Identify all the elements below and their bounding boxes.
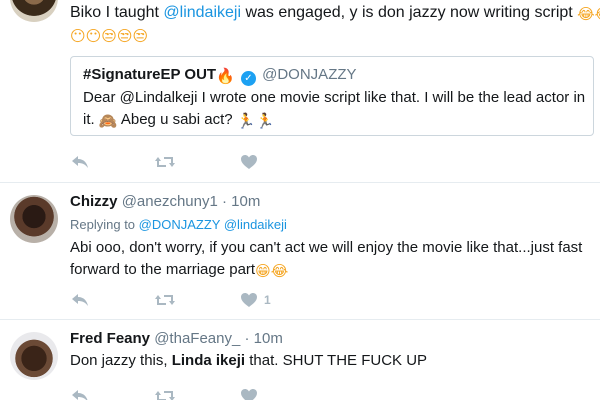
like-button[interactable] [240,152,258,172]
like-count: 1 [264,293,271,307]
quoted-tweet-header: #SignatureEP OUT🔥 ✓ @DONJAZZY [83,65,581,86]
tweet-header: Fred Feany @thaFeany_ · 10m [70,329,283,349]
tweet-text-part: Biko I taught [70,4,164,21]
replying-to: Replying to @DONJAZZY @lindaikeji [70,216,287,234]
fire-emoji: 🔥 [216,67,235,85]
emoji: 🏃🏃 [236,112,275,130]
reply-icon [72,294,88,306]
quoted-author-handle: @DONJAZZY [262,66,357,83]
replying-prefix: Replying to [70,217,139,232]
quoted-tweet-text: it. 🙈 Abeg u sabi act? 🏃🏃 [83,110,581,130]
reply-button[interactable] [70,386,90,400]
timestamp[interactable]: · 10m [245,330,283,347]
retweet-button[interactable] [154,152,176,172]
reply-icon [72,390,88,400]
emoji: 😁😂 [255,262,289,280]
heart-icon [241,155,257,169]
tweet-text: Biko I taught @lindaikeji was engaged, y… [70,2,600,24]
mention-link[interactable]: @DONJAZZY [139,217,221,232]
quoted-author-name: #SignatureEP OUT [83,66,217,83]
emoji: 😂😂 [577,5,600,23]
tweet-text: forward to the marriage part😁😂 [70,259,288,281]
reply-icon [72,156,88,168]
tweet-text: Abi ooo, don't worry, if you can't act w… [70,237,582,259]
quoted-text-line: Dear @Lindalkeji I wrote one movie scrip… [83,89,586,106]
timestamp[interactable]: · 10m [222,193,260,210]
like-button[interactable]: 1 [240,290,271,310]
retweet-icon [155,295,175,305]
tweet[interactable]: Biko I taught @lindaikeji was engaged, y… [0,0,600,183]
tweet-text-part: Don jazzy this, [70,352,172,369]
emoji: 🙈 [98,112,118,130]
tweet-text-part: was engaged, y is don jazzy now writing … [241,4,578,21]
retweet-icon [155,157,175,167]
tweet-header: Chizzy @anezchuny1 · 10m [70,192,260,212]
mention-link[interactable]: @lindaikeji [163,4,241,21]
heart-icon [241,389,257,400]
tweet-emoji-line: 😶😶😒😒😒 [70,24,590,46]
quoted-tweet[interactable]: #SignatureEP OUT🔥 ✓ @DONJAZZY Dear @Lind… [70,56,594,136]
tweet-text-line: Abi ooo, don't worry, if you can't act w… [70,239,583,256]
author-handle[interactable]: @anezchuny1 [122,193,218,210]
author-handle[interactable]: @thaFeany_ [154,330,240,347]
avatar[interactable] [10,0,58,22]
quoted-tweet-text: Dear @Lindalkeji I wrote one movie scrip… [83,88,585,108]
quoted-text-part: it. [83,111,99,128]
like-button[interactable] [240,386,258,400]
reply-button[interactable] [70,290,90,310]
verified-badge-icon: ✓ [240,71,256,86]
tweet[interactable]: Chizzy @anezchuny1 · 10m Replying to @DO… [0,183,600,320]
author-name[interactable]: Fred Feany [70,330,150,347]
author-name[interactable]: Chizzy [70,193,118,210]
quoted-text-part: Abeg u sabi act? [117,111,237,128]
tweet-text: Don jazzy this, Linda ikeji that. SHUT T… [70,350,427,372]
emoji: 😶😶😒😒😒 [70,27,149,45]
retweet-button[interactable] [154,290,176,310]
avatar[interactable] [10,332,58,380]
avatar[interactable] [10,195,58,243]
mention-link[interactable]: @lindaikeji [224,217,287,232]
retweet-button[interactable] [154,386,176,400]
retweet-icon [155,391,175,400]
tweet[interactable]: Fred Feany @thaFeany_ · 10m Don jazzy th… [0,320,600,400]
tweet-text-bold: Linda ikeji [171,352,246,369]
heart-icon [241,293,257,307]
reply-button[interactable] [70,152,90,172]
tweet-text-line: forward to the marriage part [70,261,256,278]
tweet-text-part: that. SHUT THE FUCK UP [245,352,428,369]
